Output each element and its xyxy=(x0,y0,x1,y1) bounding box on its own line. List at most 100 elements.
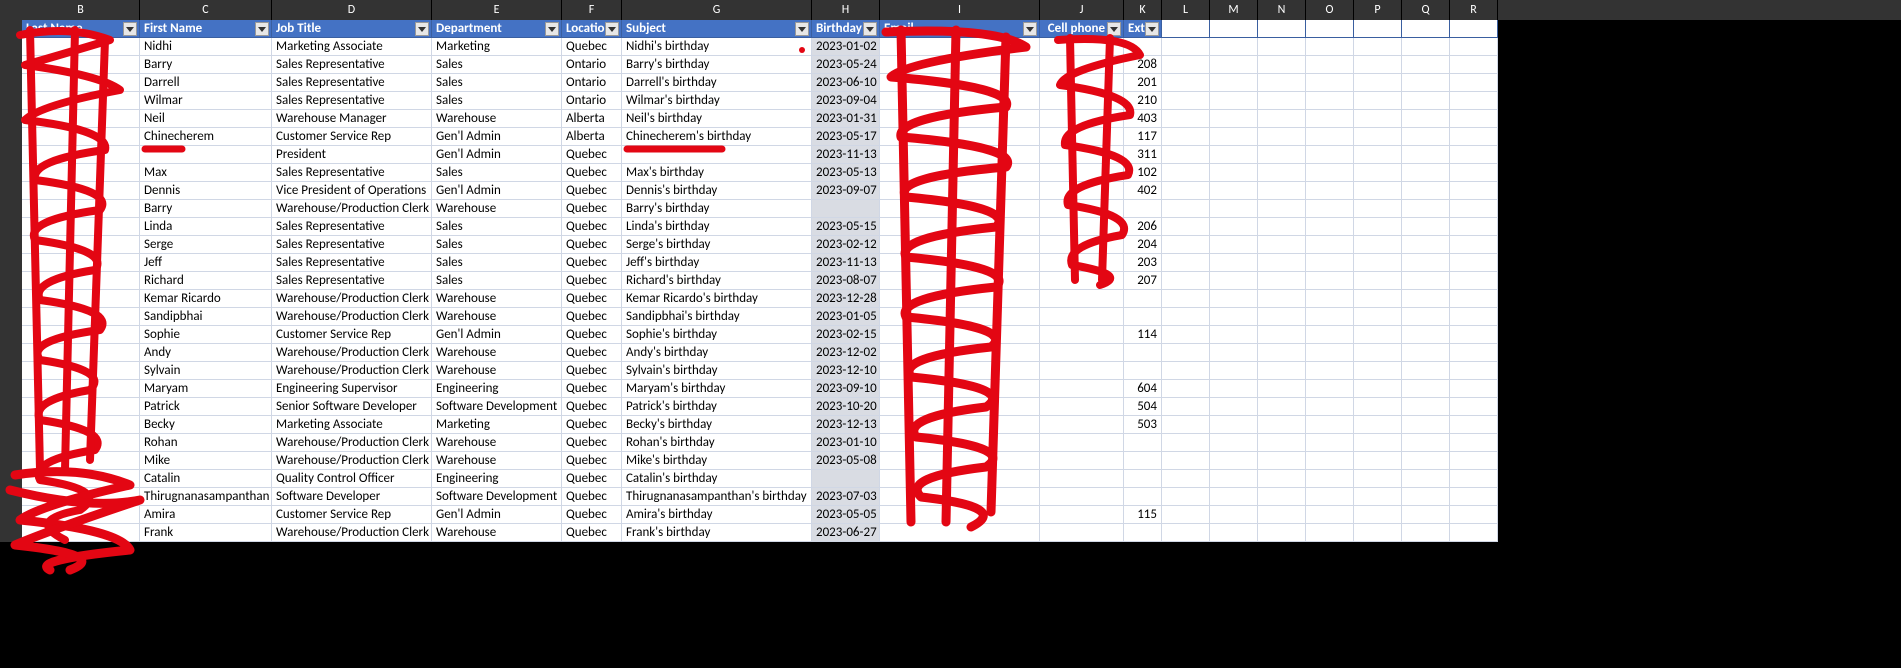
col-header-B[interactable]: B xyxy=(22,0,140,20)
cell-birthday[interactable]: 2023-12-28 xyxy=(812,290,880,308)
cell-department[interactable]: Warehouse xyxy=(432,362,562,380)
cell-first-name[interactable]: Thirugnanasampanthan xyxy=(140,488,272,506)
empty-cell[interactable] xyxy=(1402,308,1450,326)
cell-last-name[interactable] xyxy=(22,326,140,344)
empty-cell[interactable] xyxy=(1258,380,1306,398)
empty-cell[interactable] xyxy=(1162,344,1210,362)
empty-cell[interactable] xyxy=(1306,146,1354,164)
cell-job-title[interactable]: Warehouse/Production Clerk xyxy=(272,452,432,470)
cell-job-title[interactable]: Engineering Supervisor xyxy=(272,380,432,398)
cell-subject[interactable]: Dennis's birthday xyxy=(622,182,812,200)
header-birthday[interactable]: Birthday xyxy=(812,20,880,38)
empty-cell[interactable] xyxy=(1306,56,1354,74)
cell-location[interactable]: Quebec xyxy=(562,38,622,56)
empty-cell[interactable] xyxy=(1402,74,1450,92)
filter-button[interactable] xyxy=(1145,22,1159,36)
empty-cell[interactable] xyxy=(1258,434,1306,452)
cell-cell-phone[interactable] xyxy=(1040,362,1124,380)
cell-subject[interactable]: Linda's birthday xyxy=(622,218,812,236)
row-gutter[interactable] xyxy=(0,92,22,110)
cell-ext[interactable]: 403 xyxy=(1124,110,1162,128)
cell-location[interactable]: Quebec xyxy=(562,344,622,362)
empty-cell[interactable] xyxy=(1210,74,1258,92)
cell-department[interactable]: Software Development xyxy=(432,398,562,416)
empty-cell[interactable] xyxy=(1162,200,1210,218)
cell-last-name[interactable] xyxy=(22,236,140,254)
cell-department[interactable]: Sales xyxy=(432,92,562,110)
cell-birthday[interactable]: 2023-02-15 xyxy=(812,326,880,344)
cell-location[interactable]: Quebec xyxy=(562,164,622,182)
cell-cell-phone[interactable] xyxy=(1040,38,1124,56)
cell-cell-phone[interactable] xyxy=(1040,380,1124,398)
cell-ext[interactable]: 206 xyxy=(1124,218,1162,236)
empty-cell[interactable] xyxy=(1258,128,1306,146)
cell-birthday[interactable]: 2023-06-27 xyxy=(812,524,880,542)
empty-cell[interactable] xyxy=(1450,362,1498,380)
cell-email[interactable] xyxy=(880,470,1040,488)
cell-subject[interactable]: Wilmar's birthday xyxy=(622,92,812,110)
row-gutter[interactable] xyxy=(0,38,22,56)
empty-cell[interactable] xyxy=(1210,128,1258,146)
cell-last-name[interactable] xyxy=(22,182,140,200)
empty-cell[interactable] xyxy=(1210,146,1258,164)
cell-first-name[interactable]: Sylvain xyxy=(140,362,272,380)
empty-cell[interactable] xyxy=(1162,452,1210,470)
cell-job-title[interactable]: Customer Service Rep xyxy=(272,506,432,524)
empty-cell[interactable] xyxy=(1402,92,1450,110)
empty-cell[interactable] xyxy=(1450,164,1498,182)
cell-first-name[interactable]: Frank xyxy=(140,524,272,542)
cell-ext[interactable] xyxy=(1124,344,1162,362)
col-header-C[interactable]: C xyxy=(140,0,272,20)
cell-ext[interactable]: 503 xyxy=(1124,416,1162,434)
cell-cell-phone[interactable] xyxy=(1040,218,1124,236)
cell-location[interactable]: Quebec xyxy=(562,506,622,524)
empty-cell[interactable] xyxy=(1258,416,1306,434)
cell-ext[interactable]: 402 xyxy=(1124,182,1162,200)
cell-email[interactable] xyxy=(880,92,1040,110)
cell-cell-phone[interactable] xyxy=(1040,236,1124,254)
empty-cell[interactable] xyxy=(1258,38,1306,56)
header-subject[interactable]: Subject xyxy=(622,20,812,38)
cell-location[interactable]: Quebec xyxy=(562,254,622,272)
empty-cell[interactable] xyxy=(1402,146,1450,164)
cell-birthday[interactable]: 2023-05-24 xyxy=(812,56,880,74)
cell-last-name[interactable] xyxy=(22,110,140,128)
cell-email[interactable] xyxy=(880,164,1040,182)
cell-first-name[interactable]: Barry xyxy=(140,200,272,218)
cell-subject[interactable]: Catalin's birthday xyxy=(622,470,812,488)
empty-cell[interactable] xyxy=(1450,110,1498,128)
empty-cell[interactable] xyxy=(1402,470,1450,488)
empty-cell[interactable] xyxy=(1162,326,1210,344)
empty-cell[interactable] xyxy=(1354,56,1402,74)
empty-cell[interactable] xyxy=(1258,200,1306,218)
empty-cell[interactable] xyxy=(1354,380,1402,398)
cell-birthday[interactable]: 2023-11-13 xyxy=(812,146,880,164)
cell-last-name[interactable] xyxy=(22,344,140,362)
cell-subject[interactable] xyxy=(622,146,812,164)
empty-cell[interactable] xyxy=(1210,326,1258,344)
empty-cell[interactable] xyxy=(1450,92,1498,110)
empty-cell[interactable] xyxy=(1354,182,1402,200)
empty-cell[interactable] xyxy=(1210,272,1258,290)
cell-last-name[interactable] xyxy=(22,524,140,542)
empty-cell[interactable] xyxy=(1162,272,1210,290)
cell-ext[interactable]: 102 xyxy=(1124,164,1162,182)
cell-location[interactable]: Quebec xyxy=(562,308,622,326)
empty-cell[interactable] xyxy=(1354,362,1402,380)
empty-cell[interactable] xyxy=(1450,416,1498,434)
empty-cell[interactable] xyxy=(1162,470,1210,488)
cell-subject[interactable]: Barry's birthday xyxy=(622,200,812,218)
empty-cell[interactable] xyxy=(1450,470,1498,488)
cell-job-title[interactable]: Warehouse/Production Clerk xyxy=(272,290,432,308)
header-cell-phone[interactable]: Cell phone xyxy=(1040,20,1124,38)
cell-first-name[interactable]: Becky xyxy=(140,416,272,434)
empty-cell[interactable] xyxy=(1210,110,1258,128)
empty-cell[interactable] xyxy=(1306,38,1354,56)
cell-subject[interactable]: Darrell's birthday xyxy=(622,74,812,92)
empty-cell[interactable] xyxy=(1162,164,1210,182)
cell-last-name[interactable] xyxy=(22,416,140,434)
cell-department[interactable]: Warehouse xyxy=(432,110,562,128)
empty-cell[interactable] xyxy=(1354,488,1402,506)
empty-cell[interactable] xyxy=(1258,362,1306,380)
empty-cell[interactable] xyxy=(1306,182,1354,200)
